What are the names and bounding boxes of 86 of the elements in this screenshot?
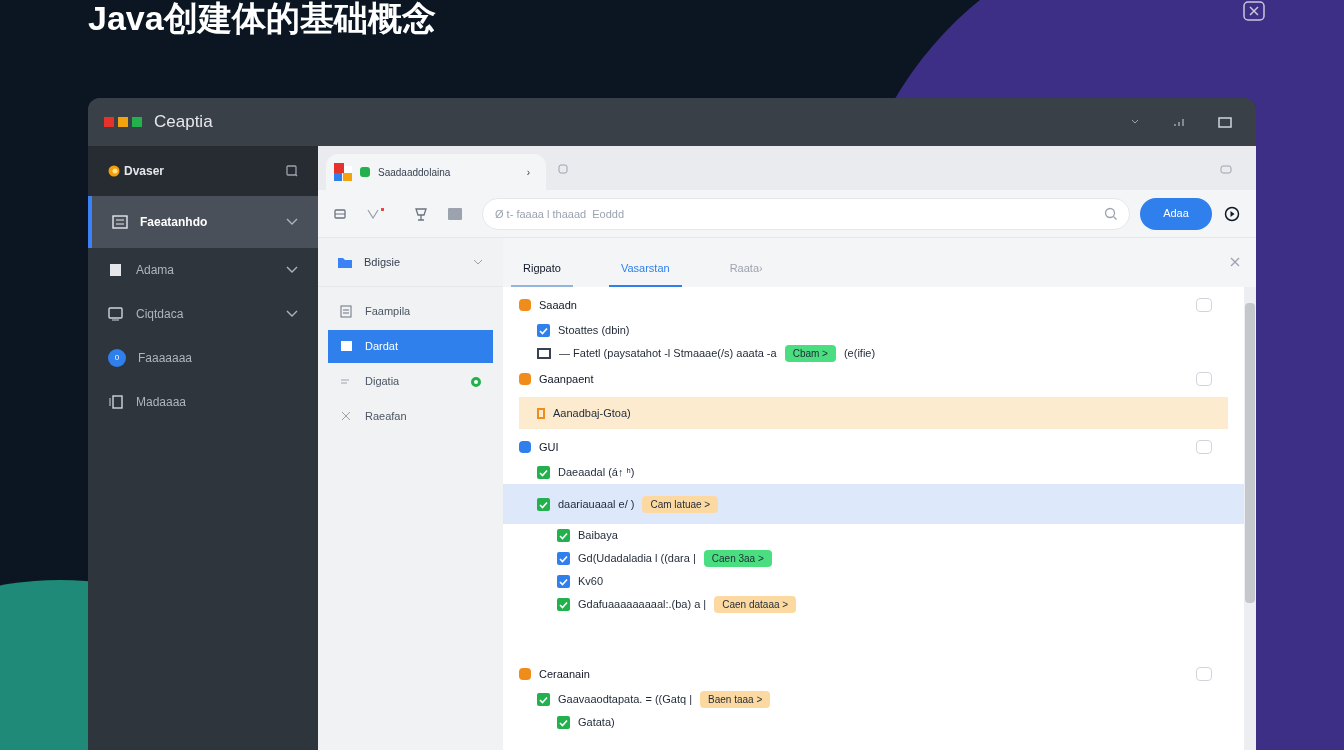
print-icon[interactable] <box>334 207 346 220</box>
sidebar-item[interactable]: Faeatanhdo <box>88 196 318 248</box>
expand-icon[interactable] <box>1196 372 1212 386</box>
sidebar-title: Dvaser <box>124 163 165 180</box>
tree-row[interactable]: Aanadbaj-Gtoa) <box>519 397 1228 429</box>
item-text: Daeaadal (á↑ ʰ) <box>558 465 635 481</box>
item-text: Aanadbaj-Gtoa) <box>553 405 631 421</box>
item-text: Gaavaaodtapata. = ((Gatq | <box>558 692 693 708</box>
browser-tab[interactable]: Saadaaddolaina › <box>326 154 546 190</box>
item-text: Kv60 <box>578 574 604 590</box>
tab-menu-icon[interactable] <box>1220 164 1232 174</box>
table-icon <box>537 348 551 359</box>
close-tab-icon[interactable]: › <box>526 164 530 180</box>
checkbox[interactable] <box>537 693 550 706</box>
action-button[interactable]: Adaa <box>1140 197 1212 230</box>
sidebar-item[interactable]: Madaaaa <box>88 380 318 424</box>
scrollbar[interactable] <box>1244 287 1256 750</box>
item-text: (e(ifie) <box>843 346 876 362</box>
chevron-down-icon[interactable] <box>1130 118 1140 126</box>
tree-row[interactable]: Gatata) <box>503 711 1244 734</box>
tree-row[interactable]: — Fatetl (paysatahot -l Stmaaae(/s) aaata -a Cbam > (e(ifie) <box>503 342 1244 365</box>
trophy-icon[interactable] <box>414 206 428 221</box>
item-text: Stoattes (dbin) <box>558 323 630 339</box>
document-icon <box>340 305 353 318</box>
checkbox[interactable] <box>557 529 570 542</box>
logo-icon <box>108 165 120 177</box>
panel-item[interactable]: Faampila <box>328 295 493 328</box>
tree-row[interactable]: Gdafuaaaaaaaaal:.(ba) a | Caen dataaa > <box>503 593 1244 616</box>
tree-row[interactable]: Baibaya <box>503 524 1244 547</box>
checkbox[interactable] <box>537 497 550 511</box>
section-title: Saaadn <box>539 297 578 313</box>
item-text: Gatata) <box>578 715 615 731</box>
pages-icon <box>108 395 124 409</box>
tree-row[interactable]: Kv60 <box>503 570 1244 593</box>
tag: Baen taaa > <box>700 691 771 708</box>
section-title: GUI <box>539 439 560 455</box>
checkbox[interactable] <box>557 575 570 588</box>
maximize-icon[interactable] <box>1218 116 1232 128</box>
search-field[interactable]: Ø t- faaaa l thaaad Eoddd <box>482 197 1130 230</box>
document-icon <box>108 263 124 277</box>
panel-item[interactable]: Raeafan <box>328 400 493 433</box>
page-title: Java创建体的基础概念 <box>88 0 436 38</box>
sidebar-item[interactable]: 0 Faaaaaaa <box>88 336 318 380</box>
expand-icon[interactable] <box>1196 667 1212 681</box>
tag: Cbam > <box>784 345 836 362</box>
item-text: — Fatetl (paysatahot -l Stmaaae(/s) aaata -a <box>559 346 777 362</box>
item-text: daariauaaal e/ ) <box>558 496 635 512</box>
close-icon <box>340 410 353 423</box>
window-title: Ceaptia <box>154 111 213 134</box>
panel-item[interactable]: Dardat <box>328 330 493 363</box>
tag: Caen 3aa > <box>703 550 772 567</box>
folder-icon <box>338 256 352 268</box>
item-text: Gdafuaaaaaaaaal:.(ba) a | <box>578 597 707 613</box>
tree-row[interactable]: Daeaadal (á↑ ʰ) <box>503 461 1244 484</box>
tree-row[interactable]: daariauaaal e/ ) Cam latuae > <box>503 484 1244 524</box>
checkbox[interactable] <box>557 598 570 611</box>
tree-row[interactable]: Gd(Udadaladia l ((dara | Caen 3aa > <box>503 547 1244 570</box>
close-icon[interactable] <box>1242 0 1266 22</box>
file-icon <box>537 407 545 419</box>
chevron-down-icon <box>473 258 483 266</box>
new-tab-icon[interactable] <box>558 164 568 174</box>
tag: Cam latuae > <box>642 495 719 513</box>
monitor-icon <box>108 307 124 321</box>
section-title: Gaanpaent <box>539 371 595 387</box>
window-controls-icon[interactable] <box>104 117 142 127</box>
expand-icon[interactable] <box>1196 298 1212 312</box>
item-text: Baibaya <box>578 528 618 544</box>
checkbox[interactable] <box>557 716 570 729</box>
section-title: Ceraanain <box>539 666 591 682</box>
checkbox[interactable] <box>537 466 550 479</box>
panel-item[interactable]: Digatia <box>328 365 493 398</box>
expand-icon[interactable] <box>1196 440 1212 454</box>
tree-row[interactable]: Gaavaaodtapata. = ((Gatq | Baen taaa > <box>503 688 1244 711</box>
sidebar-item[interactable]: Adama <box>88 248 318 292</box>
tag: Caen dataaa > <box>714 596 797 613</box>
item-text: Gd(Udadaladia l ((dara | <box>578 551 696 567</box>
badge: 0 <box>108 349 126 367</box>
checkbox[interactable] <box>537 324 550 337</box>
notification-icon[interactable] <box>366 206 386 221</box>
signal-icon[interactable] <box>1172 117 1186 127</box>
category-dropdown[interactable]: Bdigsie <box>318 238 503 287</box>
app-logo-icon <box>334 163 352 181</box>
play-icon[interactable] <box>1224 205 1240 222</box>
checkbox[interactable] <box>557 552 570 565</box>
sidebar-item[interactable]: Ciqtdaca <box>88 292 318 336</box>
tree-row[interactable]: Stoattes (dbin) <box>503 319 1244 342</box>
